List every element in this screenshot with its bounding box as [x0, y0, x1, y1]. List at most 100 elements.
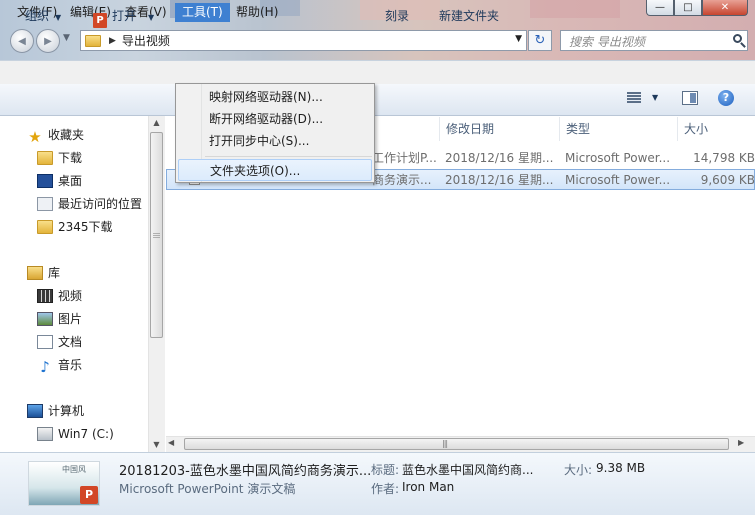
scroll-down-icon[interactable]: ▼ — [148, 440, 165, 449]
views-dropdown-icon[interactable]: ▼ — [652, 93, 658, 102]
details-size-label: 大小: — [564, 463, 593, 477]
library-icon — [27, 266, 43, 280]
nav-item-label: 视频 — [58, 289, 83, 303]
menu-item-disconnect-network-drive[interactable]: 断开网络驱动器(D)... — [178, 108, 372, 130]
powerpoint-icon: P — [93, 13, 107, 28]
new-folder-button[interactable]: 新建文件夹 — [439, 6, 499, 26]
nav-computer-label: 计算机 — [48, 404, 85, 418]
search-input[interactable] — [567, 32, 731, 51]
column-header-size[interactable]: 大小 — [677, 117, 755, 141]
music-note-icon: ♪ — [40, 358, 50, 376]
nav-item-label: 最近访问的位置 — [58, 197, 143, 211]
details-size-value: 9.38 MB — [596, 461, 646, 475]
breadcrumb-current[interactable]: 导出视频 — [122, 32, 170, 49]
desktop-icon — [37, 174, 53, 188]
scroll-grip-icon: ― ― ― — [153, 229, 160, 241]
help-icon[interactable]: ? — [718, 90, 734, 106]
computer-icon — [27, 404, 43, 418]
documents-library-icon — [37, 335, 53, 349]
details-title-label: 标题: — [371, 463, 400, 477]
nav-item-desktop[interactable]: 桌面 — [37, 170, 82, 192]
close-button[interactable]: ✕ — [702, 0, 748, 16]
nav-libraries[interactable]: 库 — [27, 262, 60, 284]
details-author-label: 作者: — [371, 482, 400, 496]
nav-item-label: 音乐 — [58, 358, 83, 372]
pictures-library-icon — [37, 312, 53, 326]
menu-item-folder-options[interactable]: 文件夹选项(O)... — [178, 159, 372, 181]
file-size: 9,609 KB — [700, 173, 755, 187]
chevron-down-icon: ▼ — [55, 13, 62, 22]
scroll-grip-icon: ||| — [442, 439, 448, 448]
thumbnail-text: 中国风 — [62, 465, 86, 474]
nav-libraries-label: 库 — [48, 266, 61, 280]
column-header-date[interactable]: 修改日期 — [439, 117, 559, 141]
preview-pane-icon[interactable] — [682, 91, 698, 105]
views-icon[interactable] — [627, 92, 641, 104]
open-button[interactable]: P 打开 ▼ — [93, 6, 155, 28]
scroll-right-icon[interactable]: ▶ — [738, 438, 744, 447]
nav-favorites-label: 收藏夹 — [48, 128, 85, 142]
back-arrow-icon: ◀ — [18, 35, 26, 47]
nav-item-videos[interactable]: 视频 — [37, 285, 82, 307]
details-title-value[interactable]: 蓝色水墨中国风简约商... — [402, 461, 533, 478]
file-date: 2018/12/16 星期... — [445, 151, 554, 165]
nav-item-recent[interactable]: 最近访问的位置 — [37, 193, 142, 215]
burn-button[interactable]: 刻录 — [385, 6, 409, 26]
menu-separator — [205, 156, 372, 157]
file-name: 商务演示... — [372, 173, 432, 187]
file-type: Microsoft Power... — [565, 173, 671, 187]
nav-favorites[interactable]: ★ 收藏夹 — [27, 124, 84, 146]
details-filename: 20181203-蓝色水墨中国风简约商务演示... — [119, 464, 372, 479]
nav-item-label: 文档 — [58, 335, 83, 349]
star-icon: ★ — [28, 128, 42, 146]
menu-item-sync-center[interactable]: 打开同步中心(S)... — [178, 130, 372, 152]
address-bar[interactable]: ▶ 导出视频 ▼ — [80, 30, 527, 51]
address-dropdown-icon[interactable]: ▼ — [515, 34, 522, 44]
search-icon[interactable] — [733, 34, 742, 43]
maximize-button[interactable]: □ — [674, 0, 702, 16]
scroll-left-icon[interactable]: ◀ — [168, 438, 174, 447]
back-button[interactable]: ◀ — [10, 29, 34, 53]
details-filetype: Microsoft PowerPoint 演示文稿 — [119, 482, 296, 496]
nav-item-documents[interactable]: 文档 — [37, 331, 82, 353]
menu-help[interactable]: 帮助(H) — [229, 3, 285, 22]
nav-item-label: 下载 — [58, 151, 83, 165]
search-box[interactable] — [560, 30, 748, 51]
nav-item-downloads[interactable]: 下载 — [37, 147, 82, 169]
recent-pages-dropdown[interactable]: ▼ — [63, 33, 75, 47]
nav-item-drive-c[interactable]: Win7 (C:) — [37, 423, 114, 445]
menu-bar — [0, 60, 755, 84]
drive-icon — [37, 427, 53, 441]
forward-button[interactable]: ▶ — [36, 29, 60, 53]
minimize-button[interactable]: — — [646, 0, 674, 16]
column-header-name[interactable] — [375, 117, 439, 141]
menu-tools[interactable]: 工具(T) — [175, 3, 230, 22]
nav-item-label: Win7 (C:) — [58, 427, 114, 441]
video-library-icon — [37, 289, 53, 303]
details-author-value[interactable]: Iron Man — [402, 480, 454, 494]
nav-item-music[interactable]: ♪ 音乐 — [37, 354, 82, 376]
powerpoint-icon: P — [80, 486, 98, 504]
command-bar — [0, 84, 755, 116]
breadcrumb-separator-icon[interactable]: ▶ — [109, 36, 116, 46]
column-header-type[interactable]: 类型 — [559, 117, 677, 141]
menu-item-map-network-drive[interactable]: 映射网络驱动器(N)... — [178, 86, 372, 108]
nav-item-label: 图片 — [58, 312, 83, 326]
organize-button[interactable]: 组织 ▼ — [25, 6, 61, 26]
organize-label: 组织 — [25, 9, 50, 23]
nav-item-label: 2345下载 — [58, 220, 113, 234]
folder-icon — [37, 220, 53, 234]
chevron-down-icon: ▼ — [148, 13, 155, 22]
nav-item-pictures[interactable]: 图片 — [37, 308, 82, 330]
horizontal-scroll-thumb[interactable] — [184, 438, 729, 450]
forward-arrow-icon: ▶ — [44, 35, 52, 47]
nav-computer[interactable]: 计算机 — [27, 400, 84, 422]
nav-item-label: 桌面 — [58, 174, 83, 188]
file-type: Microsoft Power... — [565, 151, 671, 165]
refresh-button[interactable]: ↻ — [528, 30, 552, 51]
background-blur — [530, 0, 620, 18]
nav-item-2345-downloads[interactable]: 2345下载 — [37, 216, 113, 238]
scroll-up-icon[interactable]: ▲ — [148, 118, 165, 127]
file-date: 2018/12/16 星期... — [445, 173, 554, 187]
download-folder-icon — [37, 151, 53, 165]
